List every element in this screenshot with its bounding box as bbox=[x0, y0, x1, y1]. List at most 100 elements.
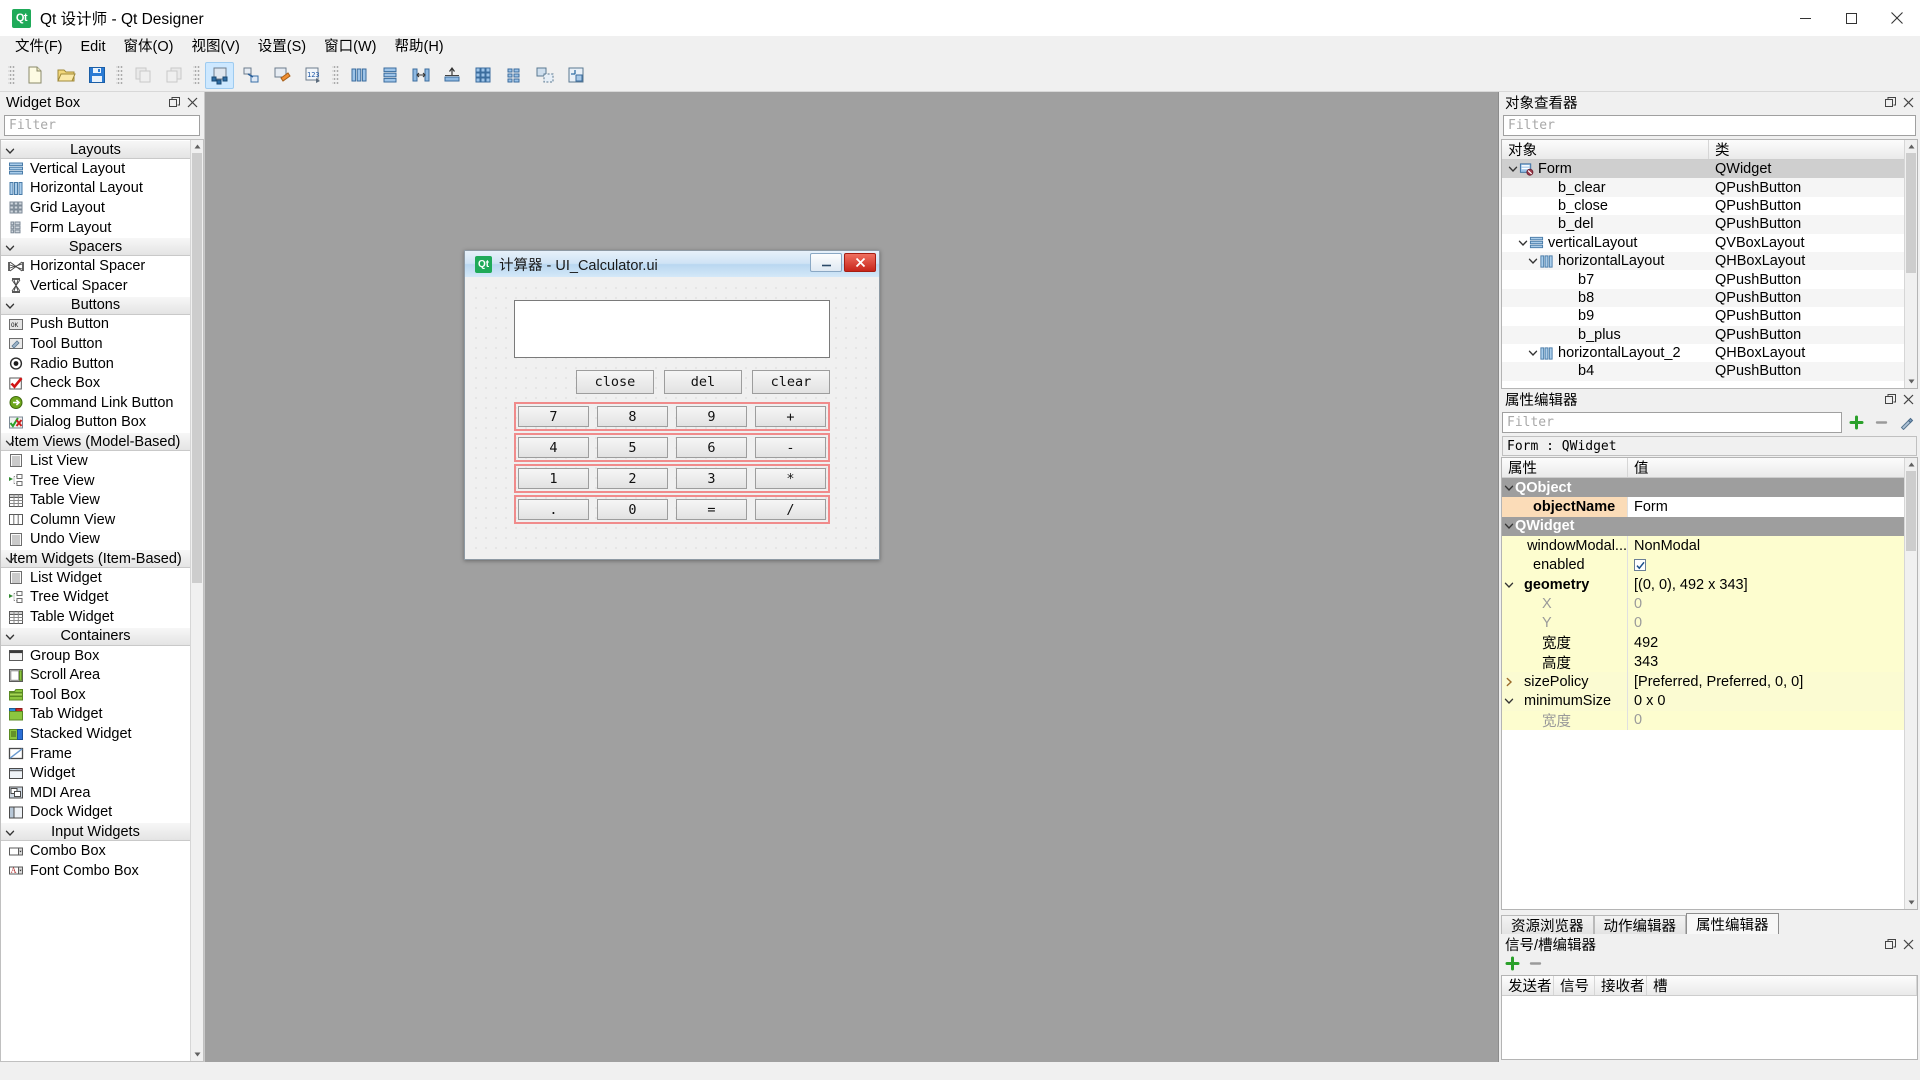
property-editor-filter[interactable]: Filter bbox=[1502, 412, 1842, 433]
layout-splitter-vertical-button[interactable] bbox=[437, 62, 466, 89]
column-header-property[interactable]: 属性 bbox=[1502, 458, 1628, 477]
toolbar-grip-3[interactable] bbox=[193, 64, 200, 86]
form-minimize-button[interactable] bbox=[810, 253, 842, 272]
menu-form[interactable]: 窗体(O) bbox=[115, 36, 183, 59]
object-tree-row[interactable]: b_close QPushButton bbox=[1502, 197, 1904, 215]
widget-item-list-widget[interactable]: List Widget bbox=[1, 568, 190, 588]
keypad-button-1[interactable]: 1 bbox=[518, 468, 589, 489]
widget-item-combo-box[interactable]: Combo Box bbox=[1, 841, 190, 861]
property-table-scrollbar[interactable] bbox=[1904, 458, 1917, 909]
float-icon[interactable] bbox=[1883, 937, 1898, 952]
redo-button[interactable] bbox=[159, 62, 188, 89]
object-tree-row[interactable]: horizontalLayout_2 QHBoxLayout bbox=[1502, 344, 1904, 362]
menu-settings[interactable]: 设置(S) bbox=[249, 36, 315, 59]
break-layout-button[interactable] bbox=[530, 62, 559, 89]
keypad-button-4[interactable]: 4 bbox=[518, 437, 589, 458]
new-form-button[interactable] bbox=[20, 62, 49, 89]
widget-box-group-3[interactable]: Item Views (Model-Based) bbox=[1, 432, 190, 452]
remove-icon[interactable] bbox=[1871, 412, 1892, 433]
widget-item-tree-view[interactable]: Tree View bbox=[1, 471, 190, 491]
scroll-up-icon[interactable] bbox=[1905, 140, 1917, 153]
scroll-down-icon[interactable] bbox=[191, 1048, 203, 1061]
minimize-button[interactable] bbox=[1782, 0, 1828, 36]
keypad-button-=[interactable]: = bbox=[676, 499, 747, 520]
b_del-button[interactable]: del bbox=[664, 370, 742, 394]
maximize-button[interactable] bbox=[1828, 0, 1874, 36]
widget-item-group-box[interactable]: Group Box bbox=[1, 646, 190, 666]
undo-button[interactable] bbox=[128, 62, 157, 89]
property-row[interactable]: objectName Form bbox=[1502, 497, 1904, 517]
add-icon[interactable] bbox=[1846, 412, 1867, 433]
widget-item-horizontal-layout[interactable]: Horizontal Layout bbox=[1, 179, 190, 199]
widget-box-group-2[interactable]: Buttons bbox=[1, 295, 190, 315]
keypad-button-0[interactable]: 0 bbox=[597, 499, 668, 520]
property-row[interactable]: minimumSize 0 x 0 bbox=[1502, 691, 1904, 711]
layout-form-button[interactable] bbox=[499, 62, 528, 89]
widget-box-group-5[interactable]: Containers bbox=[1, 626, 190, 646]
scroll-down-icon[interactable] bbox=[1905, 375, 1917, 388]
property-row[interactable]: 宽度 492 bbox=[1502, 633, 1904, 653]
float-icon[interactable] bbox=[1883, 392, 1898, 407]
widget-box-filter[interactable]: Filter bbox=[4, 115, 200, 136]
widget-item-column-view[interactable]: Column View bbox=[1, 510, 190, 530]
form-close-button[interactable] bbox=[844, 253, 876, 272]
keypad-button-*[interactable]: * bbox=[755, 468, 826, 489]
object-tree-row[interactable]: b_plus QPushButton bbox=[1502, 325, 1904, 344]
column-header-receiver[interactable]: 接收者 bbox=[1595, 976, 1647, 995]
widget-item-undo-view[interactable]: Undo View bbox=[1, 530, 190, 550]
menu-view[interactable]: 视图(V) bbox=[182, 36, 248, 59]
edit-signals-slots-button[interactable] bbox=[236, 62, 265, 89]
close-icon[interactable] bbox=[1901, 392, 1916, 407]
form-titlebar[interactable]: Qt 计算器 - UI_Calculator.ui bbox=[465, 251, 879, 277]
design-canvas[interactable]: Qt 计算器 - UI_Calculator.ui close del clea… bbox=[205, 92, 1499, 1062]
widget-item-tool-button[interactable]: Tool Button bbox=[1, 334, 190, 354]
scroll-down-icon[interactable] bbox=[1905, 896, 1917, 909]
add-icon[interactable] bbox=[1505, 956, 1520, 975]
layout-grid-button[interactable] bbox=[468, 62, 497, 89]
chevron-right-icon[interactable] bbox=[1502, 677, 1515, 687]
edit-widgets-button[interactable] bbox=[205, 61, 234, 89]
widget-box-group-1[interactable]: Spacers bbox=[1, 237, 190, 257]
open-form-button[interactable] bbox=[51, 62, 80, 89]
scrollbar-thumb[interactable] bbox=[192, 153, 202, 583]
chevron-down-icon[interactable] bbox=[1506, 164, 1519, 174]
widget-item-check-box[interactable]: Check Box bbox=[1, 373, 190, 393]
b_clear-button[interactable]: clear bbox=[752, 370, 830, 394]
object-tree-row[interactable]: b8 QPushButton bbox=[1502, 288, 1904, 308]
menu-file[interactable]: 文件(F) bbox=[6, 36, 72, 59]
property-row[interactable]: QWidget bbox=[1502, 516, 1904, 537]
enabled-checkbox[interactable] bbox=[1634, 559, 1646, 572]
column-header-object[interactable]: 对象 bbox=[1502, 140, 1709, 159]
tab-动作编辑器[interactable]: 动作编辑器 bbox=[1593, 915, 1686, 935]
keypad-button-3[interactable]: 3 bbox=[676, 468, 747, 489]
float-icon[interactable] bbox=[1883, 95, 1898, 110]
keypad-button-/[interactable]: / bbox=[755, 499, 826, 520]
menu-window[interactable]: 窗口(W) bbox=[315, 36, 385, 59]
edit-tab-order-button[interactable]: 123 bbox=[298, 62, 327, 89]
keypad-button-7[interactable]: 7 bbox=[518, 406, 589, 427]
chevron-down-icon[interactable] bbox=[1526, 256, 1539, 266]
widget-item-dialog-button-box[interactable]: Dialog Button Box bbox=[1, 413, 190, 433]
property-row[interactable]: 宽度 0 bbox=[1502, 710, 1904, 731]
keypad-button-8[interactable]: 8 bbox=[597, 406, 668, 427]
column-header-slot[interactable]: 槽 bbox=[1647, 976, 1917, 995]
widget-item-table-view[interactable]: Table View bbox=[1, 490, 190, 510]
object-tree-row[interactable]: b_clear QPushButton bbox=[1502, 178, 1904, 197]
chevron-down-icon[interactable] bbox=[1502, 580, 1515, 590]
object-tree-row[interactable]: verticalLayout QVBoxLayout bbox=[1502, 234, 1904, 252]
scroll-up-icon[interactable] bbox=[191, 140, 203, 153]
property-row[interactable]: QObject bbox=[1502, 478, 1904, 498]
column-header-value[interactable]: 值 bbox=[1628, 458, 1904, 477]
column-header-sender[interactable]: 发送者 bbox=[1502, 976, 1554, 995]
save-form-button[interactable] bbox=[82, 62, 111, 89]
widget-box-group-0[interactable]: Layouts bbox=[1, 140, 190, 159]
configure-icon[interactable] bbox=[1896, 412, 1917, 433]
layout-horizontally-button[interactable] bbox=[344, 62, 373, 89]
close-icon[interactable] bbox=[1901, 937, 1916, 952]
layout-splitter-horizontal-button[interactable] bbox=[406, 62, 435, 89]
tab-属性编辑器[interactable]: 属性编辑器 bbox=[1686, 913, 1779, 934]
keypad-button-5[interactable]: 5 bbox=[597, 437, 668, 458]
tab-资源浏览器[interactable]: 资源浏览器 bbox=[1501, 915, 1594, 935]
toolbar-grip-4[interactable] bbox=[332, 64, 339, 86]
scroll-up-icon[interactable] bbox=[1905, 458, 1917, 471]
